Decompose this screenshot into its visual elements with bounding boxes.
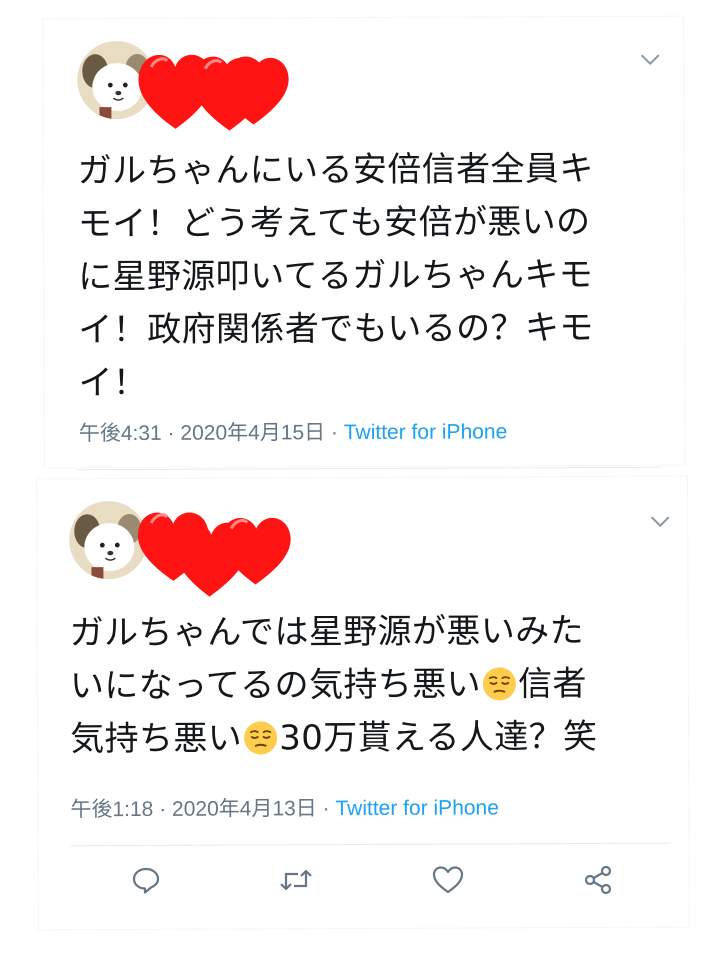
tweet-meta: 午後4:31 · 2020年4月15日 · Twitter for iPhone (79, 415, 508, 447)
reply-icon (132, 867, 160, 894)
divider (70, 842, 671, 847)
tweet-text-line: イ！政府関係者でもいるの？キモ (78, 307, 594, 351)
tweet-date[interactable]: 2020年4月13日 (172, 797, 317, 821)
red-heart-stickers (138, 54, 289, 131)
tweet-time[interactable]: 午後4:31 (79, 422, 162, 445)
meta-separator: · (159, 797, 167, 821)
tweet-time[interactable]: 午後1:18 (70, 798, 153, 821)
tweet-text-line: いになってるの気持ち悪い 信者 (70, 658, 597, 713)
tweet-text-fragment: 気持ち悪い (70, 718, 243, 760)
meta-separator: · (322, 797, 330, 821)
meta-separator: · (330, 421, 339, 445)
screenshot-page: ガルちゃんにいる安倍信者全員キ モイ！どう考えても安倍が悪いの に星野源叩いてる… (0, 0, 720, 960)
retweet-icon (280, 869, 312, 891)
reply-button[interactable] (126, 860, 166, 900)
tweet-source-link[interactable]: Twitter for iPhone (335, 796, 499, 820)
pensive-face-emoji-icon (244, 721, 278, 755)
tweet-action-bar (70, 860, 630, 910)
chevron-down-icon[interactable] (649, 515, 671, 529)
tweet-text-line: ガルちゃんでは星野源が悪いみた (69, 611, 585, 654)
heart-icon (432, 866, 464, 894)
tweet-source-link[interactable]: Twitter for iPhone (344, 420, 508, 444)
meta-separator: · (167, 421, 175, 445)
tweet-text-fragment: 信者 (517, 664, 587, 705)
tweet-date[interactable]: 2020年4月15日 (180, 421, 325, 445)
share-button[interactable] (578, 860, 618, 900)
tweet-card-1: ガルちゃんにいる安倍信者全員キ モイ！どう考えても安倍が悪いの に星野源叩いてる… (43, 16, 685, 471)
tweet-text-line: ガルちゃんにいる安倍信者全員キ (77, 148, 594, 192)
red-heart-stickers (137, 512, 291, 597)
tweet-meta: 午後1:18 · 2020年4月13日 · Twitter for iPhone (70, 791, 499, 823)
pensive-face-emoji-icon (482, 667, 517, 701)
tweet-text-line: 気持ち悪い 30万貰える人達？笑 (70, 711, 597, 766)
divider (76, 466, 661, 471)
chevron-down-icon[interactable] (639, 53, 661, 67)
tweet-text-line: に星野源叩いてるガルちゃんキモ (78, 255, 594, 298)
like-button[interactable] (428, 860, 468, 900)
tweet-text-line: イ！ (78, 362, 148, 404)
retweet-button[interactable] (276, 860, 316, 900)
tweet-text-line: モイ！どう考えても安倍が悪いの (77, 202, 591, 245)
tweet-text: ガルちゃんにいる安倍信者全員キ モイ！どう考えても安倍が悪いの に星野源叩いてる… (78, 143, 595, 410)
tweet-text-fragment: 30万貰える人達？笑 (279, 716, 598, 759)
tweet-text: ガルちゃんでは星野源が悪いみた いになってるの気持ち悪い 信者 気持ち悪い 30… (70, 605, 598, 766)
tweet-text-fragment: いになってるの気持ち悪い (69, 664, 482, 707)
share-icon (584, 865, 612, 895)
